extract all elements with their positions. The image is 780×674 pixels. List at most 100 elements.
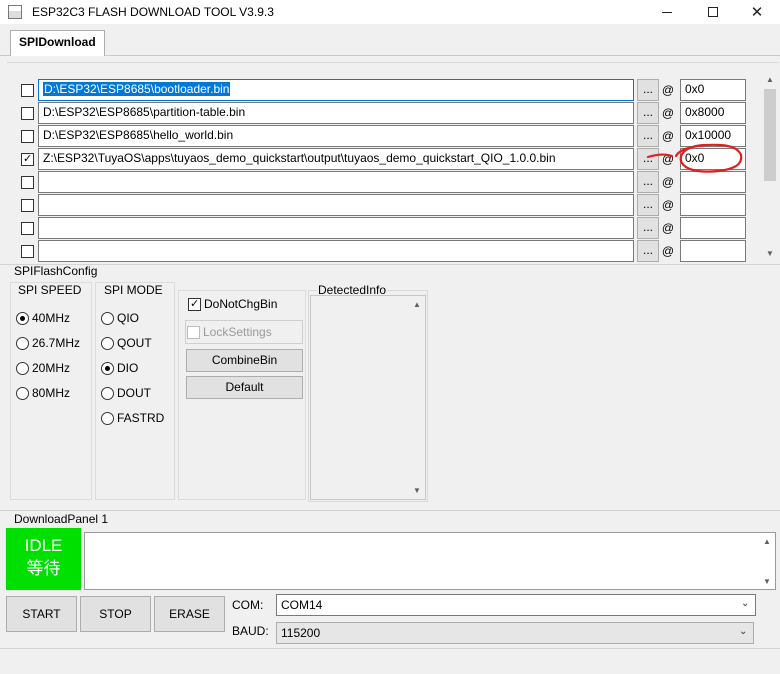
flash-address-input[interactable]: 0x0: [680, 79, 746, 101]
com-value: COM14: [281, 598, 323, 612]
log-textbox[interactable]: ▲ ▼: [84, 532, 776, 590]
spi-mode-title: SPI MODE: [104, 283, 163, 297]
file-path-input[interactable]: [38, 194, 634, 216]
file-path-input[interactable]: D:\ESP32\ESP8685\bootloader.bin: [38, 79, 634, 101]
file-row-checkbox[interactable]: [21, 152, 34, 166]
spi-speed-option[interactable]: 40MHz: [16, 309, 70, 327]
file-row-checkbox[interactable]: [21, 176, 34, 189]
browse-button[interactable]: ...: [637, 148, 659, 170]
close-button[interactable]: ✕: [734, 0, 780, 24]
browse-button[interactable]: ...: [637, 102, 659, 124]
file-path-input[interactable]: [38, 171, 634, 193]
file-path-text: D:\ESP32\ESP8685\partition-table.bin: [43, 105, 246, 119]
flash-address-input[interactable]: [680, 240, 746, 262]
flash-address-input[interactable]: 0x0: [680, 148, 746, 170]
lock-settings-label: LockSettings: [203, 325, 272, 339]
do-not-chg-bin-box[interactable]: [188, 297, 201, 311]
browse-button[interactable]: ...: [637, 194, 659, 216]
spi-speed-option[interactable]: 20MHz: [16, 359, 70, 377]
tab-spidownload[interactable]: SPIDownload: [10, 30, 105, 56]
spi-mode-label: QOUT: [117, 336, 152, 350]
minimize-button[interactable]: [644, 0, 690, 24]
spi-mode-option[interactable]: FASTRD: [101, 409, 164, 427]
spi-mode-radio[interactable]: [101, 311, 114, 325]
flash-address-input[interactable]: [680, 217, 746, 239]
flash-address-input[interactable]: 0x8000: [680, 102, 746, 124]
start-button[interactable]: START: [6, 596, 77, 632]
file-path-input[interactable]: D:\ESP32\ESP8685\partition-table.bin: [38, 102, 634, 124]
file-path-input[interactable]: Z:\ESP32\TuyaOS\apps\tuyaos_demo_quickst…: [38, 148, 634, 170]
status-text-en: IDLE: [24, 536, 63, 555]
spi-mode-option[interactable]: QOUT: [101, 334, 152, 352]
detected-scroll-up-icon[interactable]: ▲: [409, 298, 425, 312]
at-label: @: [661, 106, 675, 120]
status-text-cn: 等待: [26, 559, 61, 578]
spi-speed-option[interactable]: 80MHz: [16, 384, 70, 402]
detected-scroll-down-icon[interactable]: ▼: [409, 484, 425, 498]
file-row-checkbox[interactable]: [21, 84, 34, 97]
spi-flash-config-title: SPIFlashConfig: [14, 264, 98, 278]
file-row-checkbox[interactable]: [21, 245, 34, 258]
flash-address-input[interactable]: [680, 171, 746, 193]
browse-button[interactable]: ...: [637, 240, 659, 262]
spi-speed-radio[interactable]: [16, 361, 29, 375]
file-row-checkbox[interactable]: [21, 107, 34, 120]
spi-speed-radio[interactable]: [16, 386, 29, 400]
file-row-checkbox[interactable]: [21, 199, 34, 212]
spi-speed-radio[interactable]: [16, 336, 29, 350]
spi-mode-option[interactable]: DOUT: [101, 384, 151, 402]
spi-mode-radio[interactable]: [101, 386, 114, 400]
com-select[interactable]: COM14 ⌄: [276, 594, 756, 616]
file-row-checkbox[interactable]: [21, 130, 34, 143]
flash-address-input[interactable]: [680, 194, 746, 216]
status-indicator: IDLE 等待: [6, 528, 81, 590]
default-button[interactable]: Default: [186, 376, 303, 399]
browse-button[interactable]: ...: [637, 217, 659, 239]
log-scroll-down-icon[interactable]: ▼: [759, 575, 775, 589]
erase-button[interactable]: ERASE: [154, 596, 225, 632]
detected-info-textbox[interactable]: ▲ ▼: [310, 295, 426, 500]
status-bar: [0, 648, 780, 674]
file-path-text: D:\ESP32\ESP8685\hello_world.bin: [43, 128, 234, 142]
separator: [0, 510, 780, 511]
lock-settings-checkbox[interactable]: LockSettings: [185, 320, 303, 344]
browse-button[interactable]: ...: [637, 79, 659, 101]
scroll-down-icon[interactable]: ▼: [762, 247, 778, 261]
scroll-thumb[interactable]: [764, 89, 776, 181]
file-list-panel: D:\ESP32\ESP8685\bootloader.bin... @0x0 D:…: [7, 62, 778, 262]
lock-settings-box[interactable]: [187, 325, 200, 339]
spi-mode-radio[interactable]: [101, 336, 114, 350]
log-scroll-up-icon[interactable]: ▲: [759, 535, 775, 549]
combine-bin-button[interactable]: CombineBin: [186, 349, 303, 372]
maximize-button[interactable]: [690, 0, 736, 24]
do-not-chg-bin-checkbox[interactable]: DoNotChgBin: [188, 295, 277, 313]
spi-speed-radio[interactable]: [16, 311, 29, 325]
com-label: COM:: [232, 598, 264, 612]
baud-select[interactable]: 115200 ⌄: [276, 622, 754, 644]
file-path-text: D:\ESP32\ESP8685\bootloader.bin: [43, 82, 231, 96]
separator: [0, 264, 780, 265]
file-list-scrollbar[interactable]: ▲ ▼: [762, 73, 778, 261]
spi-mode-option[interactable]: DIO: [101, 359, 138, 377]
file-row: ... @: [7, 240, 767, 263]
spi-speed-label: 40MHz: [32, 311, 71, 325]
file-row: ... @: [7, 217, 767, 240]
file-path-input[interactable]: [38, 240, 634, 262]
spi-mode-radio[interactable]: [101, 411, 114, 425]
scroll-up-icon[interactable]: ▲: [762, 73, 778, 87]
file-path-input[interactable]: [38, 217, 634, 239]
spi-speed-option[interactable]: 26.7MHz: [16, 334, 80, 352]
stop-button[interactable]: STOP: [80, 596, 151, 632]
file-path-input[interactable]: D:\ESP32\ESP8685\hello_world.bin: [38, 125, 634, 147]
file-row: ... @: [7, 194, 767, 217]
browse-button[interactable]: ...: [637, 171, 659, 193]
spi-mode-radio[interactable]: [101, 361, 114, 375]
spi-mode-label: DOUT: [117, 386, 151, 400]
spi-speed-label: 20MHz: [32, 361, 71, 375]
file-row-checkbox[interactable]: [21, 222, 34, 235]
flash-address-input[interactable]: 0x10000: [680, 125, 746, 147]
baud-label: BAUD:: [232, 624, 269, 638]
window-title: ESP32C3 FLASH DOWNLOAD TOOL V3.9.3: [32, 5, 274, 19]
browse-button[interactable]: ...: [637, 125, 659, 147]
spi-mode-option[interactable]: QIO: [101, 309, 139, 327]
